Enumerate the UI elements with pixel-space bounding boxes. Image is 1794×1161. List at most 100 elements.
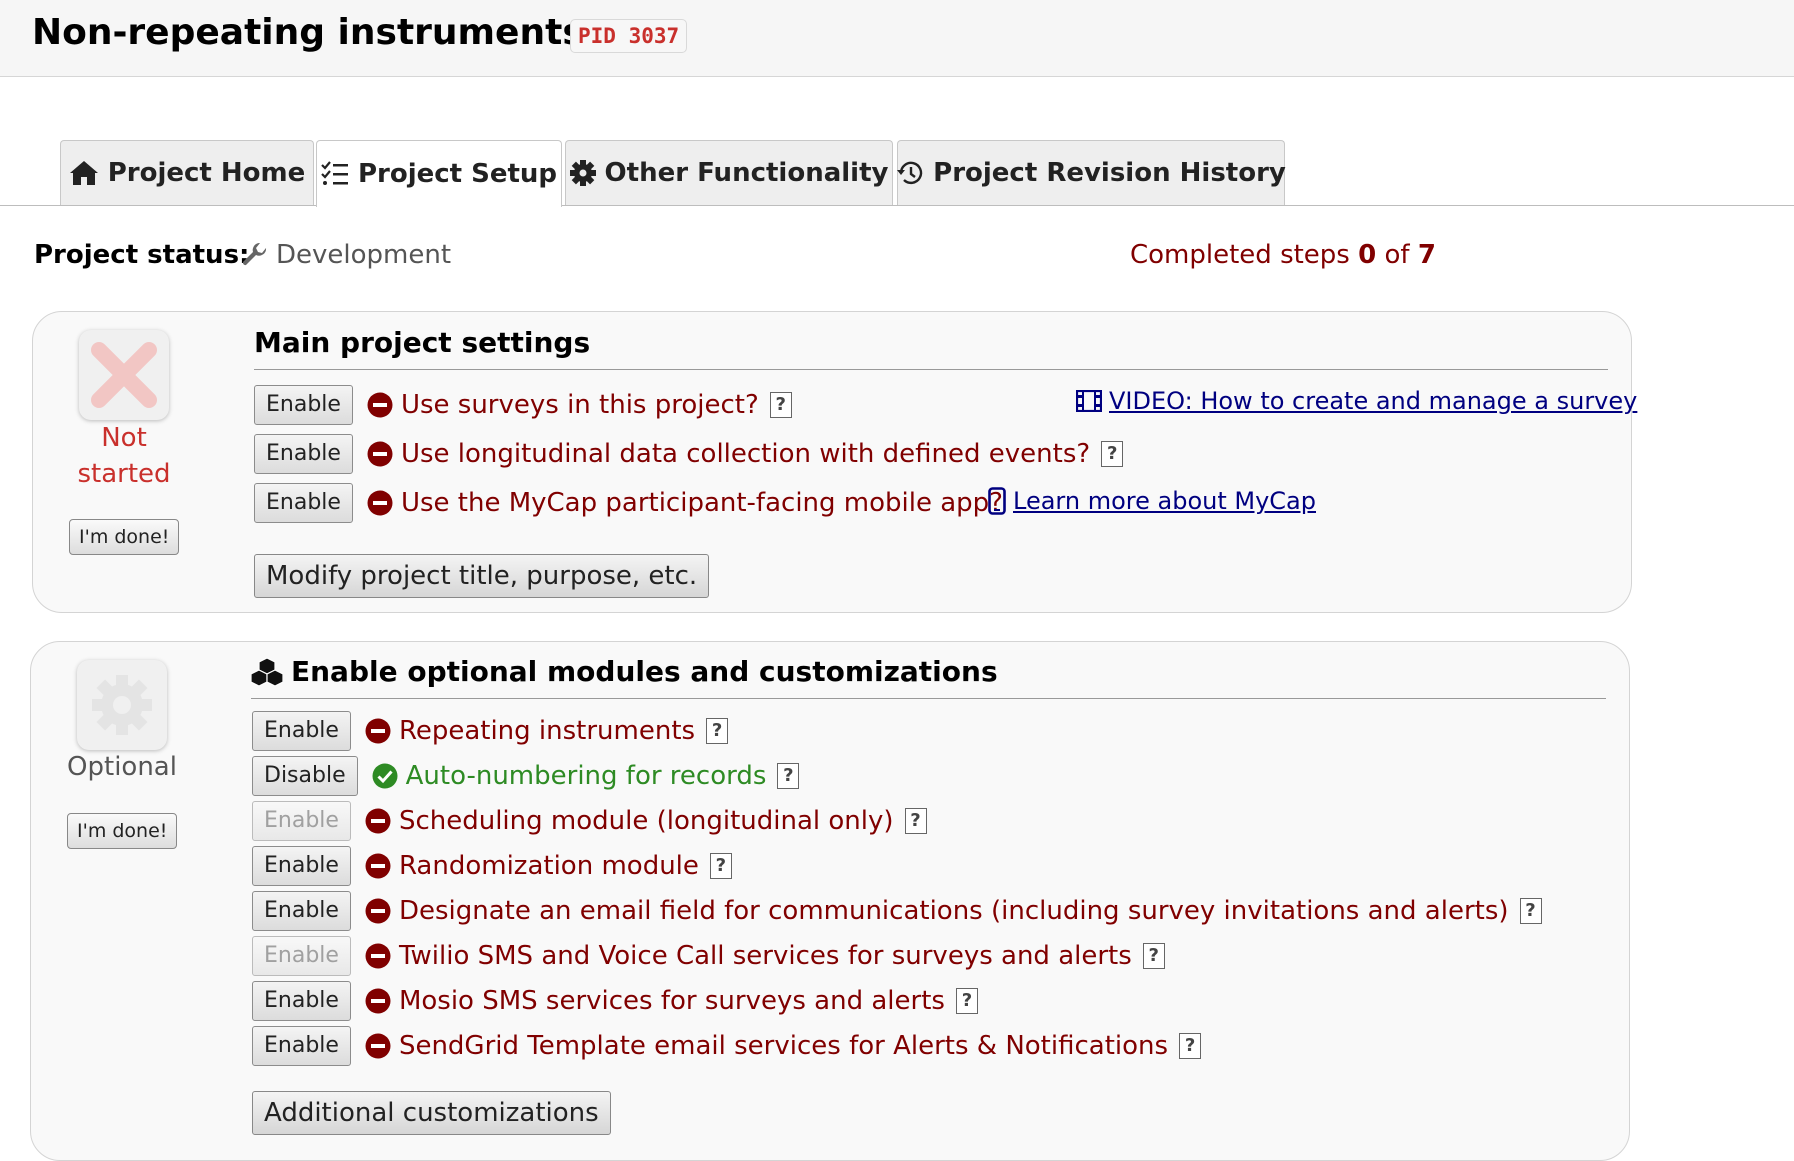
tab-label: Project Home — [107, 158, 306, 188]
main-state-label: Not started — [64, 420, 184, 492]
help-icon[interactable]: ? — [709, 853, 732, 879]
state-line-1: Not — [101, 423, 147, 453]
modify-project-button[interactable]: Modify project title, purpose, etc. — [254, 554, 710, 598]
module-label: Randomization module — [398, 851, 699, 881]
module-row-randomization: Enable Randomization module ? — [252, 846, 732, 886]
disable-auto-numbering-button[interactable]: Disable — [252, 756, 358, 796]
enable-surveys-button[interactable]: Enable — [254, 385, 353, 425]
tab-label: Other Functionality — [604, 158, 889, 188]
mycap-link-text[interactable]: Learn more about MyCap — [1013, 487, 1316, 515]
completed-steps: Completed steps 0 of 7 — [1130, 240, 1436, 270]
top-bar: Non-repeating instruments PID 3037 — [0, 0, 1794, 77]
optional-title-text: Enable optional modules and customizatio… — [291, 655, 998, 688]
cubes-icon — [251, 656, 283, 687]
steps-total: 7 — [1417, 240, 1436, 270]
main-panel-title: Main project settings — [254, 326, 591, 359]
project-status-label: Project status: — [34, 240, 250, 270]
help-icon[interactable]: ? — [1101, 441, 1124, 467]
optional-state-label: Optional — [67, 752, 177, 782]
gear-icon — [569, 160, 596, 186]
tab-other-functionality[interactable]: Other Functionality — [565, 140, 893, 205]
help-icon[interactable]: ? — [1179, 1033, 1202, 1059]
enable-repeating-button[interactable]: Enable — [252, 711, 351, 751]
enable-sendgrid-button[interactable]: Enable — [252, 1026, 351, 1066]
enable-mycap-button[interactable]: Enable — [254, 483, 353, 523]
module-label: Scheduling module (longitudinal only) — [398, 806, 894, 836]
setting-label: Use the MyCap participant-facing mobile … — [400, 488, 1003, 518]
disabled-status-icon — [365, 898, 391, 924]
main-done-button[interactable]: I'm done! — [69, 519, 180, 555]
setting-row-surveys: Enable Use surveys in this project? ? — [254, 385, 792, 425]
tabs-baseline — [0, 205, 1794, 206]
state-line-2: started — [77, 459, 171, 489]
help-icon[interactable]: ? — [777, 763, 800, 789]
help-icon[interactable]: ? — [706, 718, 729, 744]
optional-panel-rule — [251, 698, 1606, 699]
module-row-repeating-instruments: Enable Repeating instruments ? — [252, 711, 729, 751]
history-icon — [897, 161, 923, 185]
enabled-check-icon — [372, 763, 398, 789]
tab-project-setup[interactable]: Project Setup — [316, 140, 562, 207]
page-title: Non-repeating instruments — [32, 12, 584, 53]
steps-prefix: Completed steps — [1130, 240, 1359, 270]
tab-project-home[interactable]: Project Home — [60, 140, 314, 205]
disabled-status-icon — [367, 392, 393, 418]
steps-of: of — [1376, 240, 1418, 270]
pid-badge: PID 3037 — [570, 19, 688, 53]
tab-project-revision-history[interactable]: Project Revision History — [897, 140, 1286, 205]
setting-label: Use longitudinal data collection with de… — [400, 439, 1091, 469]
help-icon[interactable]: ? — [1519, 898, 1542, 924]
video-link-text[interactable]: VIDEO: How to create and manage a survey — [1109, 387, 1637, 415]
module-label: SendGrid Template email services for Ale… — [398, 1031, 1169, 1061]
project-status-value: Development — [242, 240, 451, 270]
optional-panel-title: Enable optional modules and customizatio… — [251, 655, 998, 688]
module-row-scheduling: Enable Scheduling module (longitudinal o… — [252, 801, 927, 841]
enable-scheduling-button: Enable — [252, 801, 351, 841]
not-started-icon — [79, 330, 169, 420]
steps-done: 0 — [1358, 240, 1377, 270]
disabled-status-icon — [365, 1033, 391, 1059]
video-link[interactable]: VIDEO: How to create and manage a survey — [1076, 387, 1637, 415]
enable-mosio-button[interactable]: Enable — [252, 981, 351, 1021]
help-icon[interactable]: ? — [904, 808, 927, 834]
module-label: Designate an email field for communicati… — [398, 896, 1509, 926]
disabled-status-icon — [365, 988, 391, 1014]
tab-label: Project Revision History — [933, 158, 1286, 188]
optional-done-button[interactable]: I'm done! — [67, 813, 178, 849]
checklist-icon — [321, 161, 348, 185]
enable-randomization-button[interactable]: Enable — [252, 846, 351, 886]
setting-label: Use surveys in this project? — [400, 390, 759, 420]
help-icon[interactable]: ? — [1142, 943, 1165, 969]
wrench-icon — [242, 242, 267, 266]
module-row-sendgrid: Enable SendGrid Template email services … — [252, 1026, 1202, 1066]
module-label: Repeating instruments — [398, 716, 696, 746]
enable-twilio-button: Enable — [252, 936, 351, 976]
mycap-link[interactable]: Learn more about MyCap — [988, 487, 1316, 515]
home-icon — [69, 161, 98, 185]
status-text: Development — [276, 240, 452, 270]
main-panel-rule — [254, 369, 1608, 370]
disabled-status-icon — [365, 853, 391, 879]
tab-label: Project Setup — [357, 159, 558, 189]
enable-longitudinal-button[interactable]: Enable — [254, 434, 353, 474]
module-row-email-field: Enable Designate an email field for comm… — [252, 891, 1542, 931]
film-icon — [1076, 390, 1102, 412]
mobile-phone-icon — [988, 487, 1006, 515]
module-row-mosio: Enable Mosio SMS services for surveys an… — [252, 981, 978, 1021]
disabled-status-icon — [367, 490, 393, 516]
optional-gear-icon — [77, 660, 167, 750]
help-icon[interactable]: ? — [769, 392, 792, 418]
disabled-status-icon — [365, 943, 391, 969]
module-row-twilio: Enable Twilio SMS and Voice Call service… — [252, 936, 1165, 976]
help-icon[interactable]: ? — [955, 988, 978, 1014]
additional-customizations-button[interactable]: Additional customizations — [252, 1091, 611, 1135]
module-label: Twilio SMS and Voice Call services for s… — [398, 941, 1132, 971]
module-label: Mosio SMS services for surveys and alert… — [398, 986, 945, 1016]
enable-email-field-button[interactable]: Enable — [252, 891, 351, 931]
module-row-auto-numbering: Disable Auto-numbering for records ? — [252, 756, 800, 796]
module-label: Auto-numbering for records — [405, 761, 767, 791]
setting-row-mycap: Enable Use the MyCap participant-facing … — [254, 483, 1003, 523]
setting-row-longitudinal: Enable Use longitudinal data collection … — [254, 434, 1124, 474]
disabled-status-icon — [365, 808, 391, 834]
disabled-status-icon — [367, 441, 393, 467]
